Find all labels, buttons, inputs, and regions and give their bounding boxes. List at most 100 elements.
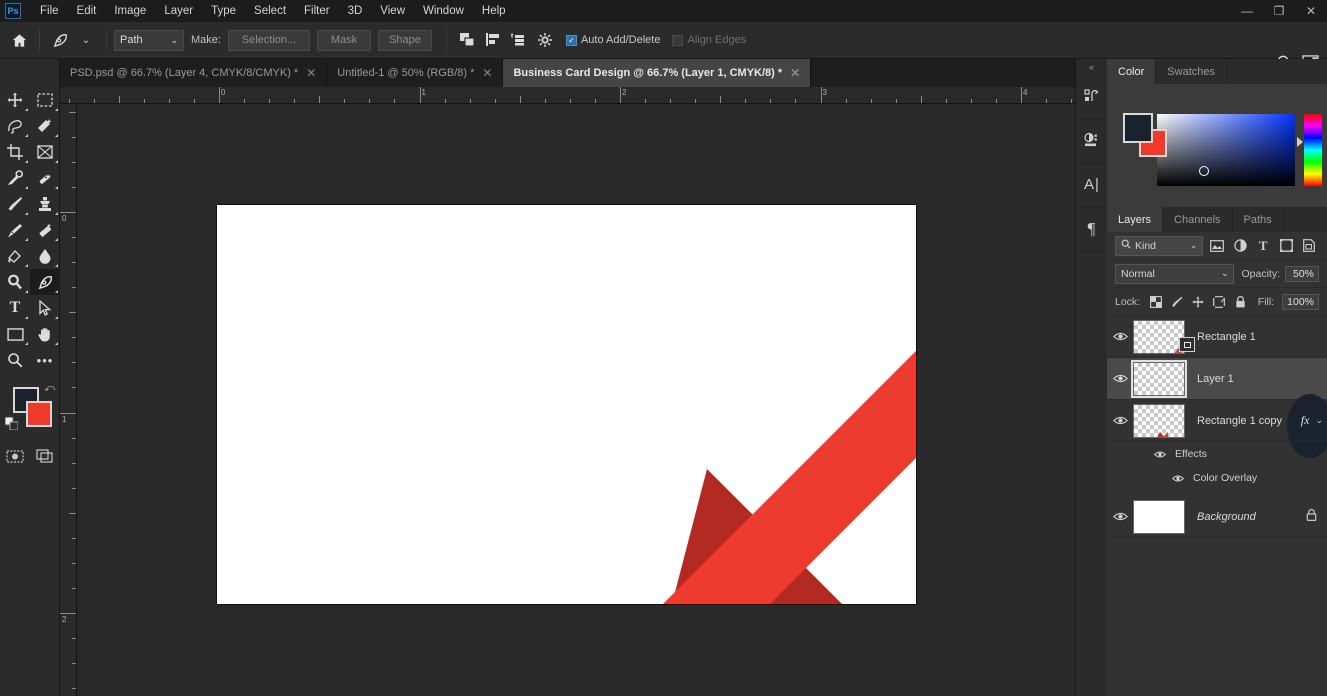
frame-tool[interactable] [30, 139, 60, 165]
tab-paths[interactable]: Paths [1233, 207, 1284, 232]
menu-filter[interactable]: Filter [295, 2, 339, 20]
menu-layer[interactable]: Layer [155, 2, 202, 20]
fill-value[interactable]: 100% [1282, 293, 1319, 310]
color-panel-foreground-swatch[interactable] [1123, 113, 1153, 143]
document-tab-untitled[interactable]: Untitled-1 @ 50% (RGB/8) * ✕ [327, 59, 504, 87]
close-icon[interactable]: ✕ [790, 66, 800, 80]
opacity-value[interactable]: 50% [1285, 265, 1319, 282]
menu-window[interactable]: Window [414, 2, 473, 20]
lock-position-icon[interactable] [1189, 293, 1207, 311]
path-operations-icon[interactable] [454, 27, 480, 53]
home-icon[interactable] [6, 27, 32, 53]
vertical-ruler[interactable]: 0 1 2 [60, 104, 77, 696]
path-arrangement-icon[interactable] [506, 27, 532, 53]
menu-help[interactable]: Help [473, 2, 515, 20]
menu-type[interactable]: Type [202, 2, 245, 20]
layer-effects-expand-icon[interactable]: ⌄ [1315, 415, 1323, 426]
layer-row-rectangle-1[interactable]: Rectangle 1 [1107, 316, 1327, 358]
layer-name[interactable]: Layer 1 [1197, 373, 1327, 385]
default-colors-icon[interactable] [4, 416, 19, 435]
effects-visibility-icon[interactable] [1153, 447, 1167, 461]
make-mask-button[interactable]: Mask [316, 29, 371, 51]
rectangular-marquee-tool[interactable] [30, 87, 60, 113]
document-artboard[interactable] [217, 205, 916, 604]
layer-row-rectangle-1-copy[interactable]: Rectangle 1 copy fx ⌄ [1107, 400, 1327, 442]
dodge-tool[interactable] [0, 269, 30, 295]
minimize-button[interactable]: — [1231, 0, 1263, 22]
tab-swatches[interactable]: Swatches [1156, 59, 1227, 84]
filter-smart-objects-icon[interactable] [1300, 236, 1319, 256]
character-panel-icon[interactable]: A | [1076, 163, 1107, 207]
eraser-tool[interactable] [30, 217, 60, 243]
move-tool[interactable] [0, 87, 30, 113]
path-mode-dropdown[interactable]: Path ⌄ [114, 29, 184, 51]
menu-file[interactable]: File [31, 2, 68, 20]
lock-image-pixels-icon[interactable] [1168, 293, 1186, 311]
filter-pixel-layers-icon[interactable] [1207, 236, 1226, 256]
blend-mode-dropdown[interactable]: Normal ⌄ [1115, 263, 1235, 284]
canvas-workspace[interactable] [77, 104, 1075, 696]
layer-lock-icon[interactable] [1306, 508, 1317, 526]
screen-mode-icon[interactable] [30, 443, 60, 469]
layer-thumbnail[interactable] [1131, 359, 1187, 398]
lock-all-icon[interactable] [1231, 293, 1249, 311]
align-edges-checkbox[interactable] [672, 34, 684, 46]
pen-tool-icon[interactable] [47, 27, 73, 53]
hue-slider[interactable] [1304, 114, 1322, 186]
layer-row-background[interactable]: Background [1107, 496, 1327, 538]
history-brush-tool[interactable] [0, 217, 30, 243]
layer-visibility-icon[interactable] [1107, 373, 1133, 384]
close-icon[interactable]: ✕ [306, 66, 316, 80]
color-field[interactable] [1157, 114, 1295, 186]
menu-image[interactable]: Image [105, 2, 155, 20]
paragraph-panel-icon[interactable]: ¶ [1076, 207, 1107, 251]
tab-layers[interactable]: Layers [1107, 207, 1164, 232]
lock-transparent-pixels-icon[interactable] [1147, 293, 1165, 311]
blur-tool[interactable] [30, 243, 60, 269]
horizontal-ruler[interactable]: 0 1 2 3 4 [60, 87, 1075, 104]
restore-button[interactable]: ❐ [1263, 0, 1295, 22]
edit-toolbar-button[interactable]: ••• [30, 347, 60, 373]
make-selection-button[interactable]: Selection... [227, 29, 310, 51]
layer-thumbnail[interactable] [1133, 403, 1185, 438]
tool-preset-chevron-icon[interactable]: ⌄ [73, 27, 99, 53]
brush-tool[interactable] [0, 191, 30, 217]
document-tab-psd[interactable]: PSD.psd @ 66.7% (Layer 4, CMYK/8/CMYK) *… [60, 59, 328, 87]
path-selection-tool[interactable] [30, 295, 60, 321]
layer-effects-fx-icon[interactable]: fx [1301, 413, 1310, 428]
menu-edit[interactable]: Edit [68, 2, 106, 20]
document-tab-business-card[interactable]: Business Card Design @ 66.7% (Layer 1, C… [503, 59, 812, 87]
filter-kind-dropdown[interactable]: Kind ⌄ [1115, 235, 1204, 256]
tab-color[interactable]: Color [1107, 59, 1157, 84]
quick-selection-tool[interactable] [30, 113, 60, 139]
filter-type-layers-icon[interactable]: T [1254, 236, 1273, 256]
filter-shape-layers-icon[interactable] [1277, 236, 1296, 256]
adjustments-panel-icon[interactable] [1076, 119, 1107, 163]
filter-adjustment-layers-icon[interactable] [1231, 236, 1250, 256]
layer-row-layer-1[interactable]: Layer 1 [1107, 358, 1327, 458]
layer-thumbnail[interactable] [1133, 319, 1185, 354]
swap-colors-icon[interactable]: ⤺ [44, 383, 55, 394]
lock-artboard-nesting-icon[interactable] [1210, 293, 1228, 311]
layer-thumbnail[interactable] [1133, 499, 1185, 534]
auto-add-delete-checkbox[interactable]: ✓ [565, 34, 577, 46]
gradient-tool[interactable] [0, 243, 30, 269]
make-shape-button[interactable]: Shape [377, 29, 432, 51]
layer-name[interactable]: Rectangle 1 [1197, 331, 1327, 343]
quick-mask-icon[interactable] [0, 443, 30, 469]
history-panel-icon[interactable] [1076, 75, 1107, 119]
background-color-swatch[interactable] [26, 401, 52, 427]
color-overlay-visibility-icon[interactable] [1171, 471, 1185, 485]
layer-name[interactable]: Rectangle 1 copy [1197, 415, 1301, 427]
layer-visibility-icon[interactable] [1107, 415, 1133, 426]
pen-tool[interactable] [30, 269, 60, 295]
layer-visibility-icon[interactable] [1107, 331, 1133, 342]
menu-select[interactable]: Select [245, 2, 295, 20]
close-icon[interactable]: ✕ [482, 66, 492, 80]
eyedropper-tool[interactable] [0, 165, 30, 191]
menu-view[interactable]: View [371, 2, 414, 20]
gear-icon[interactable] [532, 27, 558, 53]
hand-tool[interactable] [30, 321, 60, 347]
type-tool[interactable]: T [0, 295, 30, 321]
menu-3d[interactable]: 3D [339, 2, 372, 20]
